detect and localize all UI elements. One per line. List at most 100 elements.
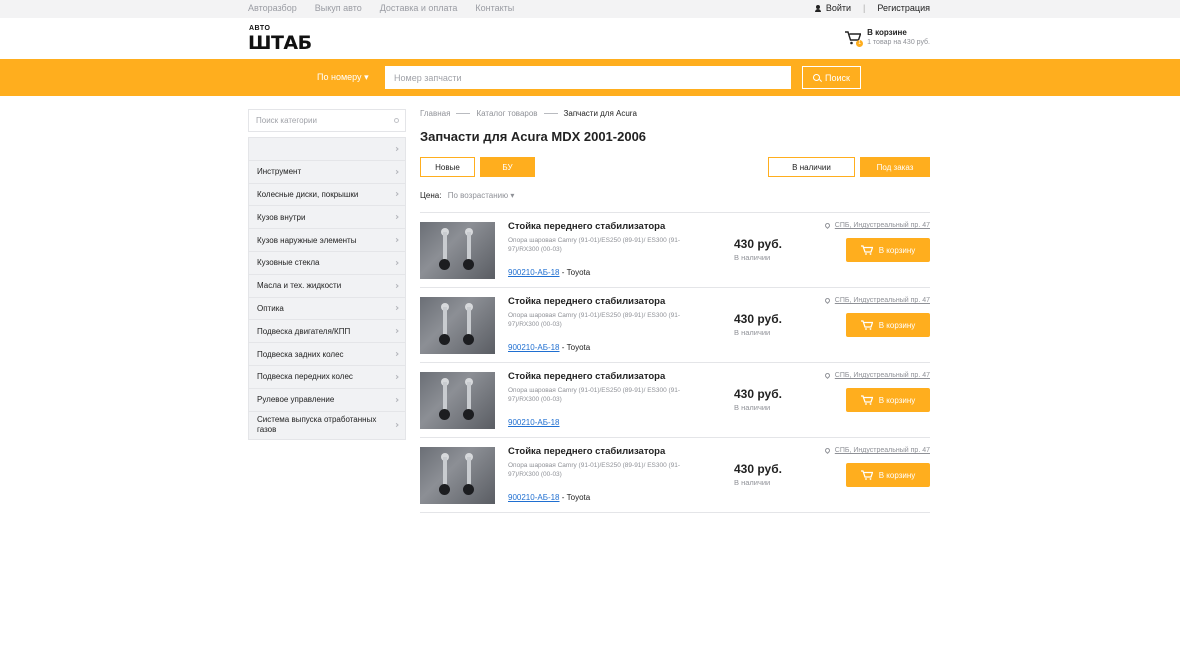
cart-count-badge: 1 <box>856 40 864 47</box>
header-cart[interactable]: 1 В корзине 1 товар на 430 руб. <box>845 28 930 47</box>
product-image[interactable] <box>420 297 495 354</box>
product-price: 430 руб. <box>734 312 782 326</box>
add-to-cart-label: В корзину <box>878 395 916 405</box>
category-item-interior[interactable]: Кузов внутри <box>249 206 405 230</box>
chevron-right-icon <box>394 351 399 357</box>
category-item-front-suspension[interactable]: Подвеска передних колес <box>249 366 405 389</box>
product-name[interactable]: Стойка переднего стабилизатора <box>508 446 665 457</box>
category-item-glass[interactable]: Кузовные стекла <box>249 252 405 275</box>
category-item-exhaust[interactable]: Система выпуска отработанных газов <box>249 412 405 439</box>
sort-dropdown[interactable]: По возрастанию ▾ <box>448 191 515 200</box>
product-price: 430 руб. <box>734 237 782 251</box>
category-item-rear-suspension[interactable]: Подвеска задних колес <box>249 343 405 366</box>
category-item-steering[interactable]: Рулевое управление <box>249 389 405 412</box>
add-to-cart-label: В корзину <box>878 470 916 480</box>
thumb-detail <box>439 334 450 345</box>
chevron-right-icon <box>394 192 399 197</box>
cart-icon <box>860 470 873 480</box>
category-item-tools[interactable]: Инструмент <box>249 161 405 184</box>
nav-link-buyout[interactable]: Выкуп авто <box>315 3 362 13</box>
product-image[interactable] <box>420 447 495 504</box>
product-name[interactable]: Стойка переднего стабилизатора <box>508 296 665 307</box>
chevron-right-icon <box>394 397 399 402</box>
product-name[interactable]: Стойка переднего стабилизатора <box>508 371 665 382</box>
breadcrumb-catalog[interactable]: Каталог товаров <box>476 109 537 118</box>
category-item-engine-mounts[interactable]: Подвеска двигателя/КПП <box>249 320 405 344</box>
add-to-cart-button[interactable]: В корзину <box>846 238 930 262</box>
register-link[interactable]: Регистрация <box>877 3 930 13</box>
page-title: Запчасти для Acura MDX 2001-2006 <box>420 129 647 144</box>
breadcrumb-separator <box>456 113 471 114</box>
add-to-cart-label: В корзину <box>878 320 916 330</box>
product-description: Опора шаровая Camry (91-01)/ES250 (89-91… <box>508 237 681 253</box>
product-image[interactable] <box>420 372 495 429</box>
thumb-detail <box>463 484 474 495</box>
filter-in-stock-button[interactable]: В наличии <box>768 157 855 177</box>
product-stock: В наличии <box>734 403 771 412</box>
nav-link-dismantling[interactable]: Авторазбор <box>248 3 297 13</box>
product-row: Стойка переднего стабилизатора Опора шар… <box>420 288 930 363</box>
top-bar <box>0 0 1180 18</box>
chevron-right-icon <box>394 422 399 428</box>
filter-used-button[interactable]: БУ <box>480 157 535 177</box>
thumb-detail <box>443 382 447 410</box>
product-list: Стойка переднего стабилизатора Опора шар… <box>420 212 930 513</box>
product-brand: - Toyota <box>561 268 591 277</box>
part-number-search-input[interactable] <box>385 66 791 89</box>
nav-link-delivery[interactable]: Доставка и оплата <box>380 3 458 13</box>
add-to-cart-button[interactable]: В корзину <box>846 463 930 487</box>
add-to-cart-button[interactable]: В корзину <box>846 313 930 337</box>
search-button[interactable]: Поиск <box>802 66 861 89</box>
product-code-link[interactable]: 900210-АБ-18 <box>508 268 560 277</box>
category-item-exterior[interactable]: Кузов наружные элементы <box>249 229 405 252</box>
thumb-detail <box>443 457 447 485</box>
chevron-right-icon <box>394 215 399 220</box>
add-to-cart-button[interactable]: В корзину <box>846 388 930 412</box>
category-item-wheels[interactable]: Колесные диски, покрышки <box>249 184 405 207</box>
chevron-right-icon <box>394 306 399 311</box>
chevron-right-icon <box>394 169 399 174</box>
product-brand: - Toyota <box>561 493 591 502</box>
product-code-line: 900210-АБ-18 <box>508 418 560 427</box>
chevron-right-icon <box>394 237 399 243</box>
login-link[interactable]: Войти <box>826 3 851 13</box>
search-button-label: Поиск <box>825 72 850 83</box>
product-location[interactable]: СПБ, Индустреальный пр. 47 <box>823 371 930 380</box>
category-label: Инструмент <box>257 167 302 177</box>
auth-separator: | <box>863 3 866 13</box>
product-code-link[interactable]: 900210-АБ-18 <box>508 343 560 352</box>
location-text: СПБ, Индустреальный пр. 47 <box>834 447 930 454</box>
category-item[interactable] <box>249 138 405 161</box>
category-search-icon <box>394 118 399 123</box>
category-search-input[interactable] <box>249 110 389 131</box>
location-pin-icon <box>823 446 831 455</box>
top-nav: Авторазбор Выкуп авто Доставка и оплата … <box>248 3 514 13</box>
category-item-oils[interactable]: Масла и тех. жидкости <box>249 275 405 298</box>
product-code-link[interactable]: 900210-АБ-18 <box>508 493 560 502</box>
category-label: Масла и тех. жидкости <box>257 281 342 291</box>
product-location[interactable]: СПБ, Индустреальный пр. 47 <box>823 446 930 455</box>
thumb-detail <box>467 382 471 410</box>
cart-icon <box>860 320 873 330</box>
breadcrumb-home[interactable]: Главная <box>420 109 450 118</box>
product-location[interactable]: СПБ, Индустреальный пр. 47 <box>823 221 930 230</box>
product-code-link[interactable]: 900210-АБ-18 <box>508 418 560 427</box>
product-location[interactable]: СПБ, Индустреальный пр. 47 <box>823 296 930 305</box>
filter-on-order-button[interactable]: Под заказ <box>860 157 930 177</box>
product-name[interactable]: Стойка переднего стабилизатора <box>508 221 665 232</box>
search-mode-dropdown[interactable]: По номеру ▾ <box>317 72 369 83</box>
product-code-line: 900210-АБ-18 - Toyota <box>508 268 590 277</box>
category-search <box>248 109 406 132</box>
thumb-detail <box>439 484 450 495</box>
category-label: Оптика <box>257 303 284 313</box>
thumb-detail <box>463 409 474 420</box>
category-label: Рулевое управление <box>257 395 335 405</box>
location-pin-icon <box>823 221 831 230</box>
site-logo[interactable]: АВТО ШТАБ <box>248 25 328 54</box>
product-price: 430 руб. <box>734 462 782 476</box>
filter-new-button[interactable]: Новые <box>420 157 475 177</box>
category-label: Подвеска передних колес <box>257 372 353 382</box>
nav-link-contacts[interactable]: Контакты <box>475 3 514 13</box>
product-image[interactable] <box>420 222 495 279</box>
category-item-optics[interactable]: Оптика <box>249 298 405 321</box>
